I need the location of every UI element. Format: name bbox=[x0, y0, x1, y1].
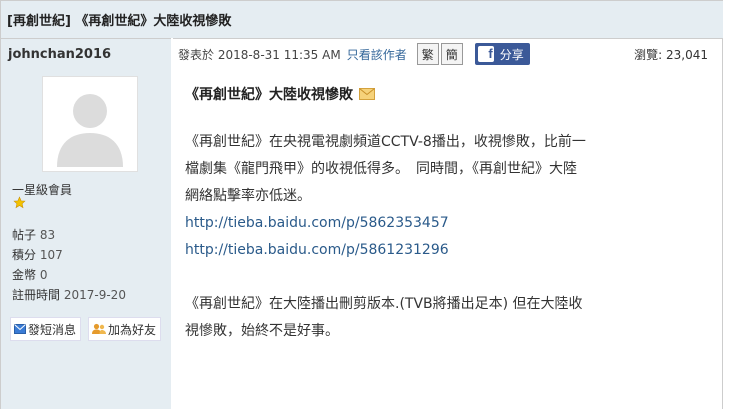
author-actions: 發短消息 加為好友 bbox=[10, 317, 162, 341]
share-label: 分享 bbox=[499, 47, 524, 62]
simplified-button[interactable]: 簡 bbox=[440, 43, 463, 65]
author-header: johnchan2016 bbox=[0, 38, 171, 69]
tieba-link-1[interactable]: http://tieba.baidu.com/p/5862353457 bbox=[185, 210, 655, 237]
star-icon bbox=[13, 196, 26, 209]
add-friend-label: 加為好友 bbox=[108, 322, 157, 337]
avatar[interactable] bbox=[42, 76, 138, 172]
body-line: 《再創世紀》在大陸播出刪剪版本.(TVB將播出足本) 但在大陸收 bbox=[185, 296, 583, 312]
stat-points: 積分 107 bbox=[12, 248, 63, 262]
stat-posts: 帖子 83 bbox=[12, 228, 56, 242]
page-margin bbox=[723, 0, 734, 409]
add-friend-button[interactable]: 加為好友 bbox=[88, 317, 162, 341]
users-icon bbox=[92, 323, 107, 334]
tieba-link-2[interactable]: http://tieba.baidu.com/p/5861231296 bbox=[185, 237, 655, 264]
author-stats: 帖子 83 積分 107 金幣 0 註冊時間 2017-9-20 bbox=[12, 225, 126, 305]
only-author-link[interactable]: 只看該作者 bbox=[347, 46, 407, 63]
post-content: 《再創世紀》大陸收視慘敗 《再創世紀》在央視電視劇頻道CCTV-8播出，收視慘敗… bbox=[173, 69, 723, 409]
author-name[interactable]: johnchan2016 bbox=[8, 47, 111, 62]
send-message-label: 發短消息 bbox=[28, 322, 77, 337]
body-line: 網絡點擊率亦低迷。 bbox=[185, 188, 311, 204]
mail-icon bbox=[359, 88, 375, 100]
thread-title-bar: [再創世紀] 《再創世紀》大陸收視慘敗 bbox=[0, 0, 724, 38]
stat-coins: 金幣 0 bbox=[12, 268, 48, 282]
author-sidebar: 一星級會員 帖子 83 積分 107 金幣 0 註冊時間 2017-9-20 發… bbox=[0, 69, 171, 409]
post-body: 《再創世紀》在央視電視劇頻道CCTV-8播出，收視慘敗，比前一 檔劇集《龍門飛甲… bbox=[185, 129, 655, 345]
traditional-button[interactable]: 繁 bbox=[416, 43, 439, 65]
facebook-icon: f bbox=[477, 46, 494, 62]
body-line: 《再創世紀》在央視電視劇頻道CCTV-8播出，收視慘敗，比前一 bbox=[185, 134, 586, 150]
view-count: 瀏覽: 23,041 bbox=[634, 47, 708, 62]
facebook-share-button[interactable]: f 分享 bbox=[474, 43, 530, 65]
post-subject-text: 《再創世紀》大陸收視慘敗 bbox=[185, 87, 353, 103]
body-line: 檔劇集《龍門飛甲》的收視低得多。 同時間，《再創世紀》大陸 bbox=[185, 161, 577, 177]
body-line: 視慘敗，始終不是好事。 bbox=[185, 323, 339, 339]
envelope-icon bbox=[14, 324, 26, 334]
post-time: 發表於 2018-8-31 11:35 AM bbox=[178, 47, 341, 62]
thread-title: [再創世紀] 《再創世紀》大陸收視慘敗 bbox=[7, 14, 232, 29]
post-subject: 《再創世紀》大陸收視慘敗 bbox=[185, 84, 375, 104]
avatar-placeholder-icon bbox=[57, 94, 123, 167]
stat-registered: 註冊時間 2017-9-20 bbox=[12, 288, 126, 302]
send-message-button[interactable]: 發短消息 bbox=[10, 317, 82, 341]
post-header: 發表於 2018-8-31 11:35 AM 只看該作者 繁 簡 f 分享 瀏覽… bbox=[173, 38, 723, 69]
